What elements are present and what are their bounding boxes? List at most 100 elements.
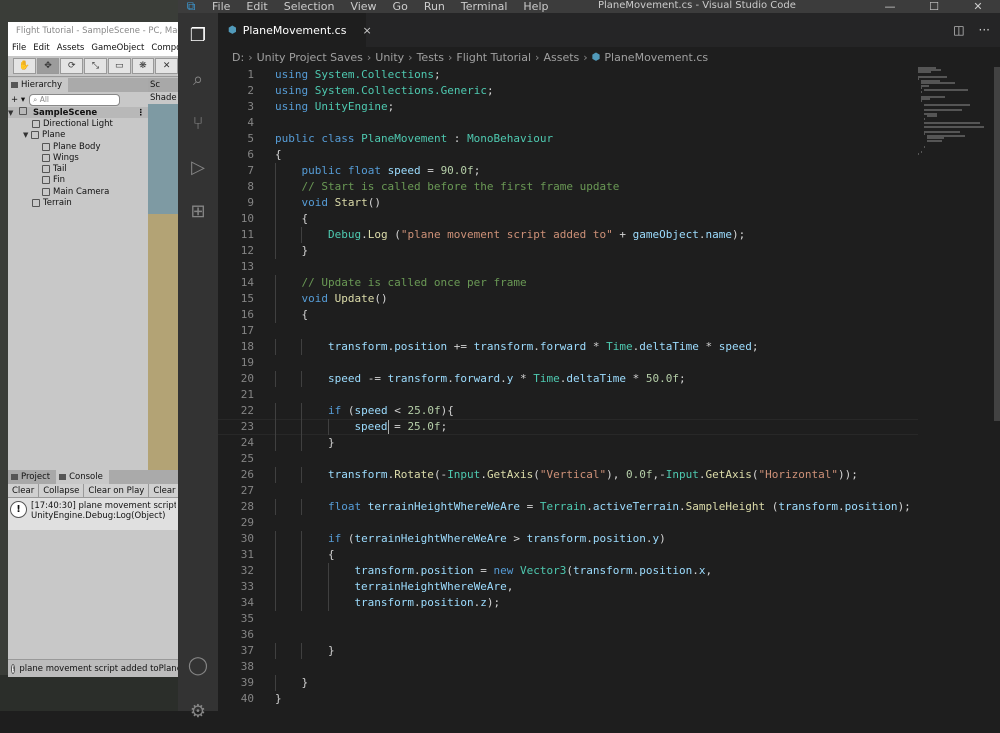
rotate-tool-icon[interactable]: ⟳	[60, 58, 84, 74]
breadcrumb-item[interactable]: Assets	[543, 51, 579, 64]
hierarchy-item[interactable]: Terrain	[8, 197, 148, 208]
vertical-scrollbar[interactable]	[994, 67, 1000, 421]
source-control-icon[interactable]: ⑂	[178, 101, 218, 145]
files-icon[interactable]: ❐	[178, 13, 218, 57]
hierarchy-scene-row[interactable]: ▼ SampleScene ⋮	[8, 107, 148, 119]
code-line: 1 using System.Collections;	[218, 67, 918, 83]
minimap[interactable]	[918, 67, 988, 367]
move-tool-icon[interactable]: ✥	[36, 58, 60, 74]
more-actions-icon[interactable]: ···	[979, 23, 990, 37]
minimap-line	[921, 100, 922, 102]
expand-arrow-icon[interactable]: ▼	[23, 131, 31, 139]
menu-item-go[interactable]: Go	[385, 0, 416, 13]
minimize-icon[interactable]: —	[868, 0, 912, 13]
tab-planemovement[interactable]: ⬢ PlaneMovement.cs ×	[218, 13, 372, 47]
unity-menu-bar: File Edit Assets GameObject Compo	[8, 40, 178, 56]
hierarchy-item[interactable]: Main Camera	[8, 186, 148, 197]
breadcrumb-item[interactable]: Flight Tutorial	[456, 51, 531, 64]
breadcrumb-item[interactable]: Unity	[375, 51, 404, 64]
unity-menu-item[interactable]: Assets	[57, 43, 85, 53]
code-editor[interactable]: 1 using System.Collections; 2 using System.…	[218, 67, 918, 717]
breadcrumb-item[interactable]: D:	[232, 51, 244, 64]
code-token: }	[327, 644, 335, 657]
code-token: using	[275, 100, 315, 113]
hierarchy-item[interactable]: Plane Body	[8, 141, 148, 152]
tab-hierarchy[interactable]: Hierarchy	[8, 78, 69, 92]
code-line: 40}	[218, 691, 918, 707]
menu-item-file[interactable]: File	[204, 0, 238, 13]
line-number: 39	[240, 676, 254, 689]
scale-tool-icon[interactable]: ⤡	[84, 58, 107, 74]
minimap-line	[921, 150, 922, 153]
menu-item-selection[interactable]: Selection	[276, 0, 343, 13]
unity-menu-item[interactable]: GameObject	[91, 43, 144, 53]
indent-guide	[275, 547, 276, 563]
hand-tool-icon[interactable]: ✋	[13, 58, 36, 74]
tab-scene[interactable]: Sc	[148, 78, 178, 92]
console-button[interactable]: Clear on	[149, 484, 178, 497]
gear-icon[interactable]: ⚙	[178, 689, 218, 733]
menu-item-run[interactable]: Run	[416, 0, 453, 13]
indent-guide	[275, 595, 276, 611]
editor-tabs: ⬢ PlaneMovement.cs × ◫ ···	[218, 13, 1000, 47]
hierarchy-item[interactable]: ▼ Plane	[8, 130, 148, 141]
hierarchy-search-input[interactable]: ⌕ All	[29, 93, 121, 106]
hierarchy-item[interactable]: Fin	[8, 175, 148, 186]
chevron-right-icon: ›	[447, 50, 453, 64]
menu-item-help[interactable]: Help	[515, 0, 556, 13]
hierarchy-item[interactable]: Wings	[8, 152, 148, 163]
extensions-icon[interactable]: ⊞	[178, 189, 218, 233]
close-icon[interactable]: ×	[362, 24, 371, 37]
code-text: speed -= transform.forward.y * Time.delt…	[328, 371, 686, 387]
hierarchy-item[interactable]: Directional Light	[8, 118, 148, 129]
run-debug-icon[interactable]: ▷	[178, 145, 218, 189]
unity-menu-item[interactable]: Edit	[33, 43, 49, 53]
line-number: 18	[240, 340, 254, 353]
code-token: +	[612, 228, 633, 241]
code-token: float	[327, 500, 368, 513]
account-icon[interactable]: ◯	[178, 643, 218, 687]
console-button[interactable]: Clear	[8, 484, 40, 497]
rect-tool-icon[interactable]: ▭	[107, 58, 131, 74]
code-token: .	[698, 468, 706, 481]
code-text: transform.Rotate(-Input.GetAxis("Vertica…	[328, 467, 858, 483]
code-token: .	[480, 468, 487, 481]
breadcrumb-item[interactable]: Tests	[417, 51, 444, 64]
indent-guide	[275, 275, 276, 291]
unity-menu-item[interactable]: File	[12, 43, 26, 53]
tab-project[interactable]: Project	[8, 470, 57, 484]
console-button[interactable]: Collapse	[39, 484, 85, 497]
code-token: ));	[838, 468, 858, 481]
breadcrumb-item[interactable]: Unity Project Saves	[257, 51, 363, 64]
menu-item-terminal[interactable]: Terminal	[453, 0, 516, 13]
hierarchy-item[interactable]: Tail	[8, 163, 148, 174]
code-line: 37}	[218, 643, 918, 659]
indent-guide	[301, 339, 303, 355]
scene-menu-icon[interactable]: ⋮	[137, 108, 146, 118]
menu-item-view[interactable]: View	[342, 0, 384, 13]
code-token: }	[275, 692, 282, 705]
code-token: transform	[526, 532, 587, 545]
maximize-icon[interactable]: ☐	[912, 0, 956, 13]
expand-arrow-icon[interactable]: ▼	[8, 109, 16, 117]
unity-menu-item[interactable]: Compo	[151, 43, 178, 53]
split-editor-icon[interactable]: ◫	[953, 23, 964, 37]
code-text: {	[275, 147, 282, 163]
unity-status-bar[interactable]: ! plane movement script added toPlane	[8, 659, 178, 677]
tab-console[interactable]: Console	[56, 470, 109, 484]
close-window-icon[interactable]: ✕	[956, 0, 1000, 13]
indent-guide	[301, 531, 303, 547]
menu-item-edit[interactable]: Edit	[238, 0, 275, 13]
add-object-button[interactable]: + ▾	[11, 95, 25, 105]
breadcrumb-item[interactable]: PlaneMovement.cs	[604, 51, 708, 64]
line-number: 31	[240, 548, 254, 561]
custom-tool-icon[interactable]: ✕	[155, 58, 178, 74]
console-log-entry[interactable]: ! [17:40:30] plane movement script a Uni…	[8, 498, 178, 530]
search-icon[interactable]: ⌕	[178, 57, 218, 101]
code-token: forward	[539, 340, 587, 353]
transform-tool-icon[interactable]: ❋	[131, 58, 155, 74]
shading-mode-dropdown[interactable]: Shade	[148, 92, 178, 104]
console-button[interactable]: Clear on Play	[84, 484, 150, 497]
code-line: 18 transform.position += transform.forwar…	[218, 339, 918, 355]
scene-viewport[interactable]	[148, 104, 178, 214]
